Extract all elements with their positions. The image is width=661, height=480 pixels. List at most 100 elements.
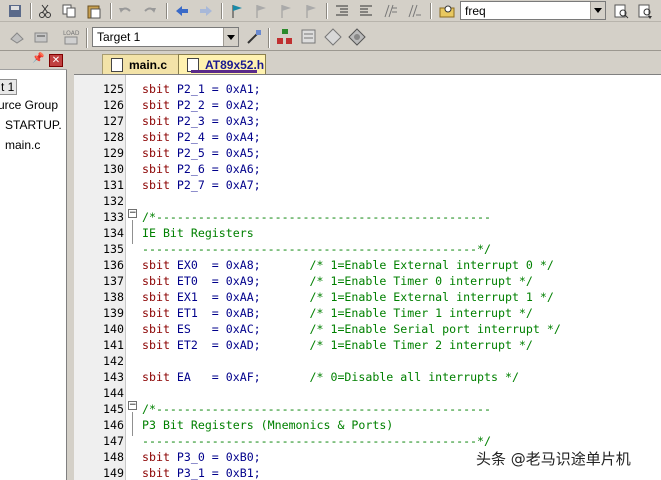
undo-icon[interactable] bbox=[116, 2, 134, 20]
tree-item-main-c[interactable]: main.c bbox=[5, 138, 40, 152]
code-line[interactable]: sbit EX1 = 0xAA; /* 1=Enable External in… bbox=[142, 289, 661, 305]
keyword-token: sbit bbox=[142, 466, 170, 480]
code-line[interactable]: IE Bit Registers bbox=[142, 225, 661, 241]
line-number: 133 bbox=[103, 210, 124, 224]
target-options-icon[interactable] bbox=[245, 28, 263, 46]
code-token: P2_3 = 0xA3; bbox=[169, 114, 261, 128]
keyword-token: sbit bbox=[142, 178, 170, 192]
find-input-value[interactable]: freq bbox=[465, 4, 486, 18]
find-in-files-icon[interactable] bbox=[438, 2, 456, 20]
line-number: 147 bbox=[103, 434, 124, 448]
code-token: P3_0 = 0xB0; bbox=[169, 450, 261, 464]
fold-margin: − − bbox=[126, 75, 140, 480]
tree-item-startup[interactable]: STARTUP. bbox=[5, 118, 62, 132]
nav-forward-icon[interactable] bbox=[197, 2, 215, 20]
code-line[interactable]: sbit EA = 0xAF; /* 0=Disable all interru… bbox=[142, 369, 661, 385]
project-panel: 📌 ✕ t 1 urce Group STARTUP. main.c bbox=[0, 52, 67, 480]
code-line[interactable]: sbit ET1 = 0xAB; /* 1=Enable Timer 1 int… bbox=[142, 305, 661, 321]
code-token: ET2 = 0xAD; bbox=[169, 338, 310, 352]
fold-toggle[interactable]: − bbox=[128, 209, 137, 218]
keyword-token: sbit bbox=[142, 114, 170, 128]
tree-item-target[interactable]: t 1 bbox=[0, 79, 18, 95]
find-icon[interactable] bbox=[612, 2, 630, 20]
uncomment-icon[interactable] bbox=[405, 2, 423, 20]
code-line[interactable]: /*--------------------------------------… bbox=[142, 401, 661, 417]
bookmark-toggle-icon[interactable] bbox=[228, 2, 246, 20]
code-token: EX0 = 0xA8; bbox=[169, 258, 310, 272]
code-line[interactable]: sbit P2_7 = 0xA7; bbox=[142, 177, 661, 193]
tab-main-c[interactable]: main.c bbox=[102, 54, 182, 74]
target-select[interactable]: Target 1 bbox=[92, 27, 239, 47]
line-number: 132 bbox=[103, 194, 124, 208]
code-line[interactable]: ----------------------------------------… bbox=[142, 433, 661, 449]
line-number: 135 bbox=[103, 242, 124, 256]
code-line[interactable]: sbit P2_1 = 0xA1; bbox=[142, 81, 661, 97]
code-line[interactable] bbox=[142, 353, 661, 369]
code-token: P2_6 = 0xA6; bbox=[169, 162, 261, 176]
toolbar-separator bbox=[86, 28, 88, 48]
code-line[interactable]: sbit P2_3 = 0xA3; bbox=[142, 113, 661, 129]
paste-icon[interactable] bbox=[85, 2, 103, 20]
line-number: 136 bbox=[103, 258, 124, 272]
copy-icon[interactable] bbox=[60, 2, 78, 20]
code-line[interactable]: P3 Bit Registers (Mnemonics & Ports) bbox=[142, 417, 661, 433]
code-editor[interactable]: − − 125 sbit P2_1 = 0xA1; 126 sbit P2_2 = 0… bbox=[74, 74, 661, 480]
indent-icon[interactable] bbox=[333, 2, 351, 20]
code-line[interactable]: sbit P2_2 = 0xA2; bbox=[142, 97, 661, 113]
books-icon[interactable] bbox=[348, 28, 366, 46]
keyword-token: sbit bbox=[142, 258, 170, 272]
incremental-find-icon[interactable] bbox=[636, 2, 654, 20]
build-icon[interactable] bbox=[32, 28, 50, 46]
comment-token: /* 1=Enable Timer 1 interrupt */ bbox=[309, 306, 533, 320]
keyword-token: sbit bbox=[142, 338, 170, 352]
code-line[interactable]: /*--------------------------------------… bbox=[142, 209, 661, 225]
find-combobox[interactable]: freq bbox=[460, 1, 606, 20]
code-line[interactable]: sbit ES = 0xAC; /* 1=Enable Serial port … bbox=[142, 321, 661, 337]
tab-at89x52-h[interactable]: AT89x52.h bbox=[178, 54, 266, 74]
toolbar-separator bbox=[268, 28, 270, 48]
code-token: P2_5 = 0xA5; bbox=[169, 146, 261, 160]
keyword-token: sbit bbox=[142, 450, 170, 464]
comment-icon[interactable] bbox=[381, 2, 399, 20]
code-line[interactable]: sbit EX0 = 0xA8; /* 1=Enable External in… bbox=[142, 257, 661, 273]
main-toolbar: freq bbox=[0, 0, 661, 22]
line-number: 142 bbox=[103, 354, 124, 368]
code-token: EA = 0xAF; bbox=[169, 370, 310, 384]
nav-back-icon[interactable] bbox=[173, 2, 191, 20]
download-load-icon[interactable]: LOAD bbox=[62, 28, 80, 46]
unindent-icon[interactable] bbox=[357, 2, 375, 20]
code-token: P2_2 = 0xA2; bbox=[169, 98, 261, 112]
svg-text:LOAD: LOAD bbox=[63, 30, 80, 37]
close-icon[interactable]: ✕ bbox=[49, 54, 63, 67]
code-line[interactable] bbox=[142, 385, 661, 401]
keyword-token: sbit bbox=[142, 290, 170, 304]
manage-components-icon[interactable] bbox=[276, 28, 294, 46]
pin-icon[interactable]: 📌 bbox=[32, 53, 44, 64]
fold-toggle[interactable]: − bbox=[128, 401, 137, 410]
tab-label: main.c bbox=[129, 57, 168, 72]
line-number: 149 bbox=[103, 466, 124, 480]
tree-item-source-group[interactable]: urce Group bbox=[0, 98, 58, 112]
bookmark-clear-icon[interactable] bbox=[302, 2, 320, 20]
bookmark-prev-icon[interactable] bbox=[252, 2, 270, 20]
code-line[interactable]: sbit P2_4 = 0xA4; bbox=[142, 129, 661, 145]
cut-icon[interactable] bbox=[36, 2, 54, 20]
comment-token: /* 1=Enable External interrupt 1 */ bbox=[309, 290, 554, 304]
code-line[interactable] bbox=[142, 193, 661, 209]
toolbar-separator bbox=[166, 3, 168, 19]
redo-icon[interactable] bbox=[141, 2, 159, 20]
chevron-down-icon[interactable] bbox=[590, 2, 605, 19]
code-line[interactable]: sbit ET0 = 0xA9; /* 1=Enable Timer 0 int… bbox=[142, 273, 661, 289]
translate-icon[interactable] bbox=[8, 28, 26, 46]
rte-config-icon[interactable] bbox=[324, 28, 342, 46]
code-line[interactable]: ----------------------------------------… bbox=[142, 241, 661, 257]
bookmark-next-icon[interactable] bbox=[277, 2, 295, 20]
code-line[interactable]: sbit P2_6 = 0xA6; bbox=[142, 161, 661, 177]
keyword-token: sbit bbox=[142, 130, 170, 144]
code-line[interactable]: sbit P2_5 = 0xA5; bbox=[142, 145, 661, 161]
chevron-down-icon[interactable] bbox=[223, 28, 238, 46]
file-extensions-icon[interactable] bbox=[300, 28, 318, 46]
code-line[interactable]: sbit ET2 = 0xAD; /* 1=Enable Timer 2 int… bbox=[142, 337, 661, 353]
line-number: 146 bbox=[103, 418, 124, 432]
save-all-icon[interactable] bbox=[6, 2, 24, 20]
